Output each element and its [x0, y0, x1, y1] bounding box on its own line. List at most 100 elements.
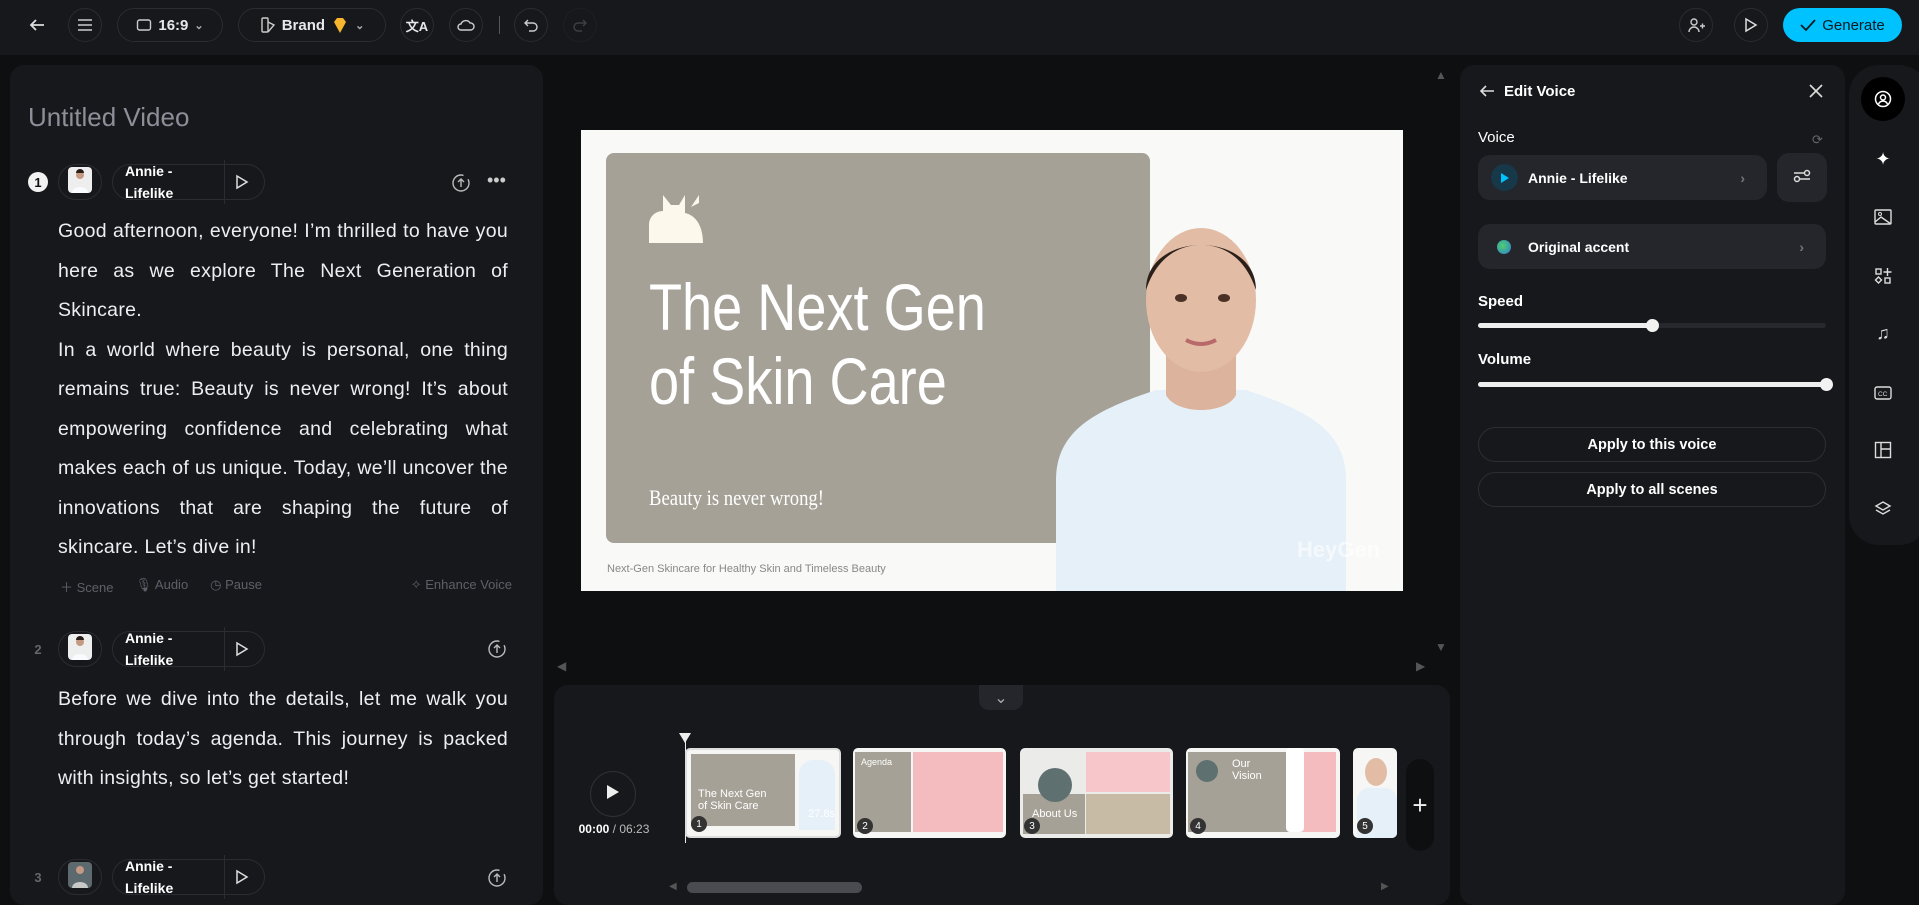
timeline-scene-thumb[interactable]: About Us 3 [1020, 748, 1173, 838]
volume-slider[interactable] [1478, 378, 1833, 391]
voice-settings-button[interactable] [1777, 153, 1827, 202]
collapse-timeline-button[interactable]: ⌄ [979, 685, 1023, 710]
undo-button[interactable] [514, 8, 548, 42]
timeline-scene-thumb[interactable]: The Next Gen of Skin Care 27.8s 1 [685, 748, 841, 838]
play-icon [606, 784, 620, 805]
thumb-label: About Us [1032, 808, 1078, 820]
avatar-presenter[interactable] [1046, 200, 1356, 591]
music-icon[interactable]: ♫ [1866, 316, 1900, 350]
back-arrow-icon[interactable] [1478, 82, 1496, 105]
play-icon[interactable] [225, 174, 249, 190]
translate-button[interactable]: 文A [400, 8, 434, 42]
thumb-number: 1 [691, 816, 707, 832]
audio-button[interactable]: 🎙︎ Audio [136, 577, 189, 596]
project-title[interactable]: Untitled Video [28, 102, 189, 133]
voice-name: Annie - Lifelike [113, 160, 225, 204]
speed-slider[interactable] [1478, 319, 1826, 332]
brand-dropdown[interactable]: Brand ⌄ [238, 8, 386, 42]
menu-button[interactable] [68, 8, 102, 42]
enhance-voice-button[interactable]: ✧ Enhance Voice [411, 577, 512, 596]
pause-label: Pause [225, 577, 263, 592]
scene-voice-selector[interactable]: Annie - Lifelike [112, 160, 265, 204]
elements-icon[interactable] [1866, 259, 1900, 293]
thumb-label: Our Vision [1232, 758, 1262, 782]
slide-canvas[interactable]: The Next Gen of Skin Care Beauty is never… [581, 130, 1403, 591]
close-icon[interactable] [1808, 83, 1824, 104]
timeline-scroll-left[interactable]: ◀ [669, 881, 677, 892]
aspect-label: 16:9 [158, 16, 189, 34]
accent-selector[interactable]: Original accent › [1478, 224, 1826, 269]
scene-voice-selector[interactable]: Annie - Lifelike [112, 627, 265, 671]
check-icon [1800, 18, 1816, 32]
slider-thumb[interactable] [1820, 378, 1833, 391]
accent-label: Original accent [1528, 238, 1630, 255]
scene-script-text[interactable]: Before we dive into the details, let me … [58, 680, 508, 799]
upload-icon[interactable] [487, 639, 507, 659]
scene-avatar-button[interactable] [58, 859, 102, 895]
total-time: 06:23 [619, 822, 650, 836]
chevron-down-icon: ⌄ [994, 689, 1008, 707]
preview-play-button[interactable] [1734, 8, 1768, 42]
current-time: 00:00 [578, 822, 610, 836]
cloud-save-button[interactable] [449, 8, 483, 42]
scroll-right-arrow[interactable]: ▶ [1416, 659, 1425, 673]
chevron-right-icon: › [1740, 169, 1745, 186]
cloud-check-icon [457, 17, 475, 33]
captions-icon[interactable]: CC [1866, 376, 1900, 410]
upload-icon[interactable] [451, 173, 471, 193]
scene-voice-selector[interactable]: Annie - Lifelike [112, 855, 265, 899]
play-icon[interactable] [225, 869, 249, 885]
redo-icon [572, 17, 588, 33]
voice-selector[interactable]: Annie - Lifelike › [1478, 155, 1767, 200]
timeline-scrollbar[interactable] [687, 882, 862, 893]
layout-icon[interactable] [1866, 433, 1900, 467]
avatar-tool-icon[interactable] [1866, 82, 1900, 116]
tool-rail [1849, 65, 1919, 545]
voice-play-icon[interactable] [1491, 164, 1518, 191]
image-icon[interactable] [1866, 200, 1900, 234]
redo-button[interactable] [563, 8, 597, 42]
scroll-up-arrow[interactable]: ▲ [1435, 68, 1447, 82]
scene-avatar-button[interactable] [58, 631, 102, 667]
pause-button[interactable]: ◷ Pause [210, 577, 262, 596]
apply-to-all-scenes-button[interactable]: Apply to all scenes [1478, 472, 1826, 507]
add-scene-label: Scene [76, 580, 114, 595]
scroll-left-arrow[interactable]: ◀ [557, 659, 566, 673]
upload-icon[interactable] [487, 868, 507, 888]
apply-to-this-voice-button[interactable]: Apply to this voice [1478, 427, 1826, 462]
scene-avatar-button[interactable] [58, 164, 102, 200]
svg-text:CC: CC [1878, 391, 1888, 398]
back-button[interactable] [20, 8, 54, 42]
add-scene-timeline-button[interactable]: + [1406, 759, 1434, 851]
add-scene-button[interactable]: ＋ Scene [60, 577, 114, 596]
slide-footer: Next-Gen Skincare for Healthy Skin and T… [607, 563, 886, 575]
thumb-duration: 27.8s [808, 808, 835, 820]
ai-sparkle-icon[interactable]: ✦ [1866, 142, 1900, 176]
timeline-scene-thumb[interactable]: 5 [1353, 748, 1397, 838]
scene-number: 3 [34, 869, 42, 885]
timeline-play-button[interactable] [590, 771, 636, 817]
timeline-scene-thumb[interactable]: Our Vision 4 [1186, 748, 1340, 838]
refresh-icon[interactable]: ⟳ [1812, 132, 1823, 148]
undo-icon [523, 17, 539, 33]
chevron-down-icon: ⌄ [355, 19, 365, 32]
play-icon[interactable] [225, 641, 249, 657]
aspect-ratio-dropdown[interactable]: 16:9 ⌄ [117, 8, 223, 42]
top-toolbar: 16:9 ⌄ Brand ⌄ 文A Generate [0, 0, 1919, 55]
scroll-down-arrow[interactable]: ▼ [1435, 640, 1447, 654]
timeline-scene-thumb[interactable]: Agenda 2 [853, 748, 1006, 838]
thumb-number: 3 [1024, 818, 1040, 834]
thumb-label: Agenda [861, 757, 893, 767]
brand-kit-icon [260, 16, 276, 34]
divider [499, 16, 500, 34]
slide-title-line: The Next Gen [649, 270, 986, 344]
layers-icon[interactable] [1866, 492, 1900, 526]
more-options-icon[interactable]: ••• [487, 170, 506, 191]
add-collaborator-button[interactable] [1679, 8, 1713, 42]
panel-title: Edit Voice [1504, 83, 1576, 100]
slider-thumb[interactable] [1646, 319, 1659, 332]
timeline-scroll-right[interactable]: ▶ [1381, 881, 1389, 892]
generate-button[interactable]: Generate [1783, 8, 1902, 42]
scene-script-text[interactable]: Good afternoon, everyone! I’m thrilled t… [58, 212, 508, 568]
avatar-thumbnail [68, 861, 92, 893]
